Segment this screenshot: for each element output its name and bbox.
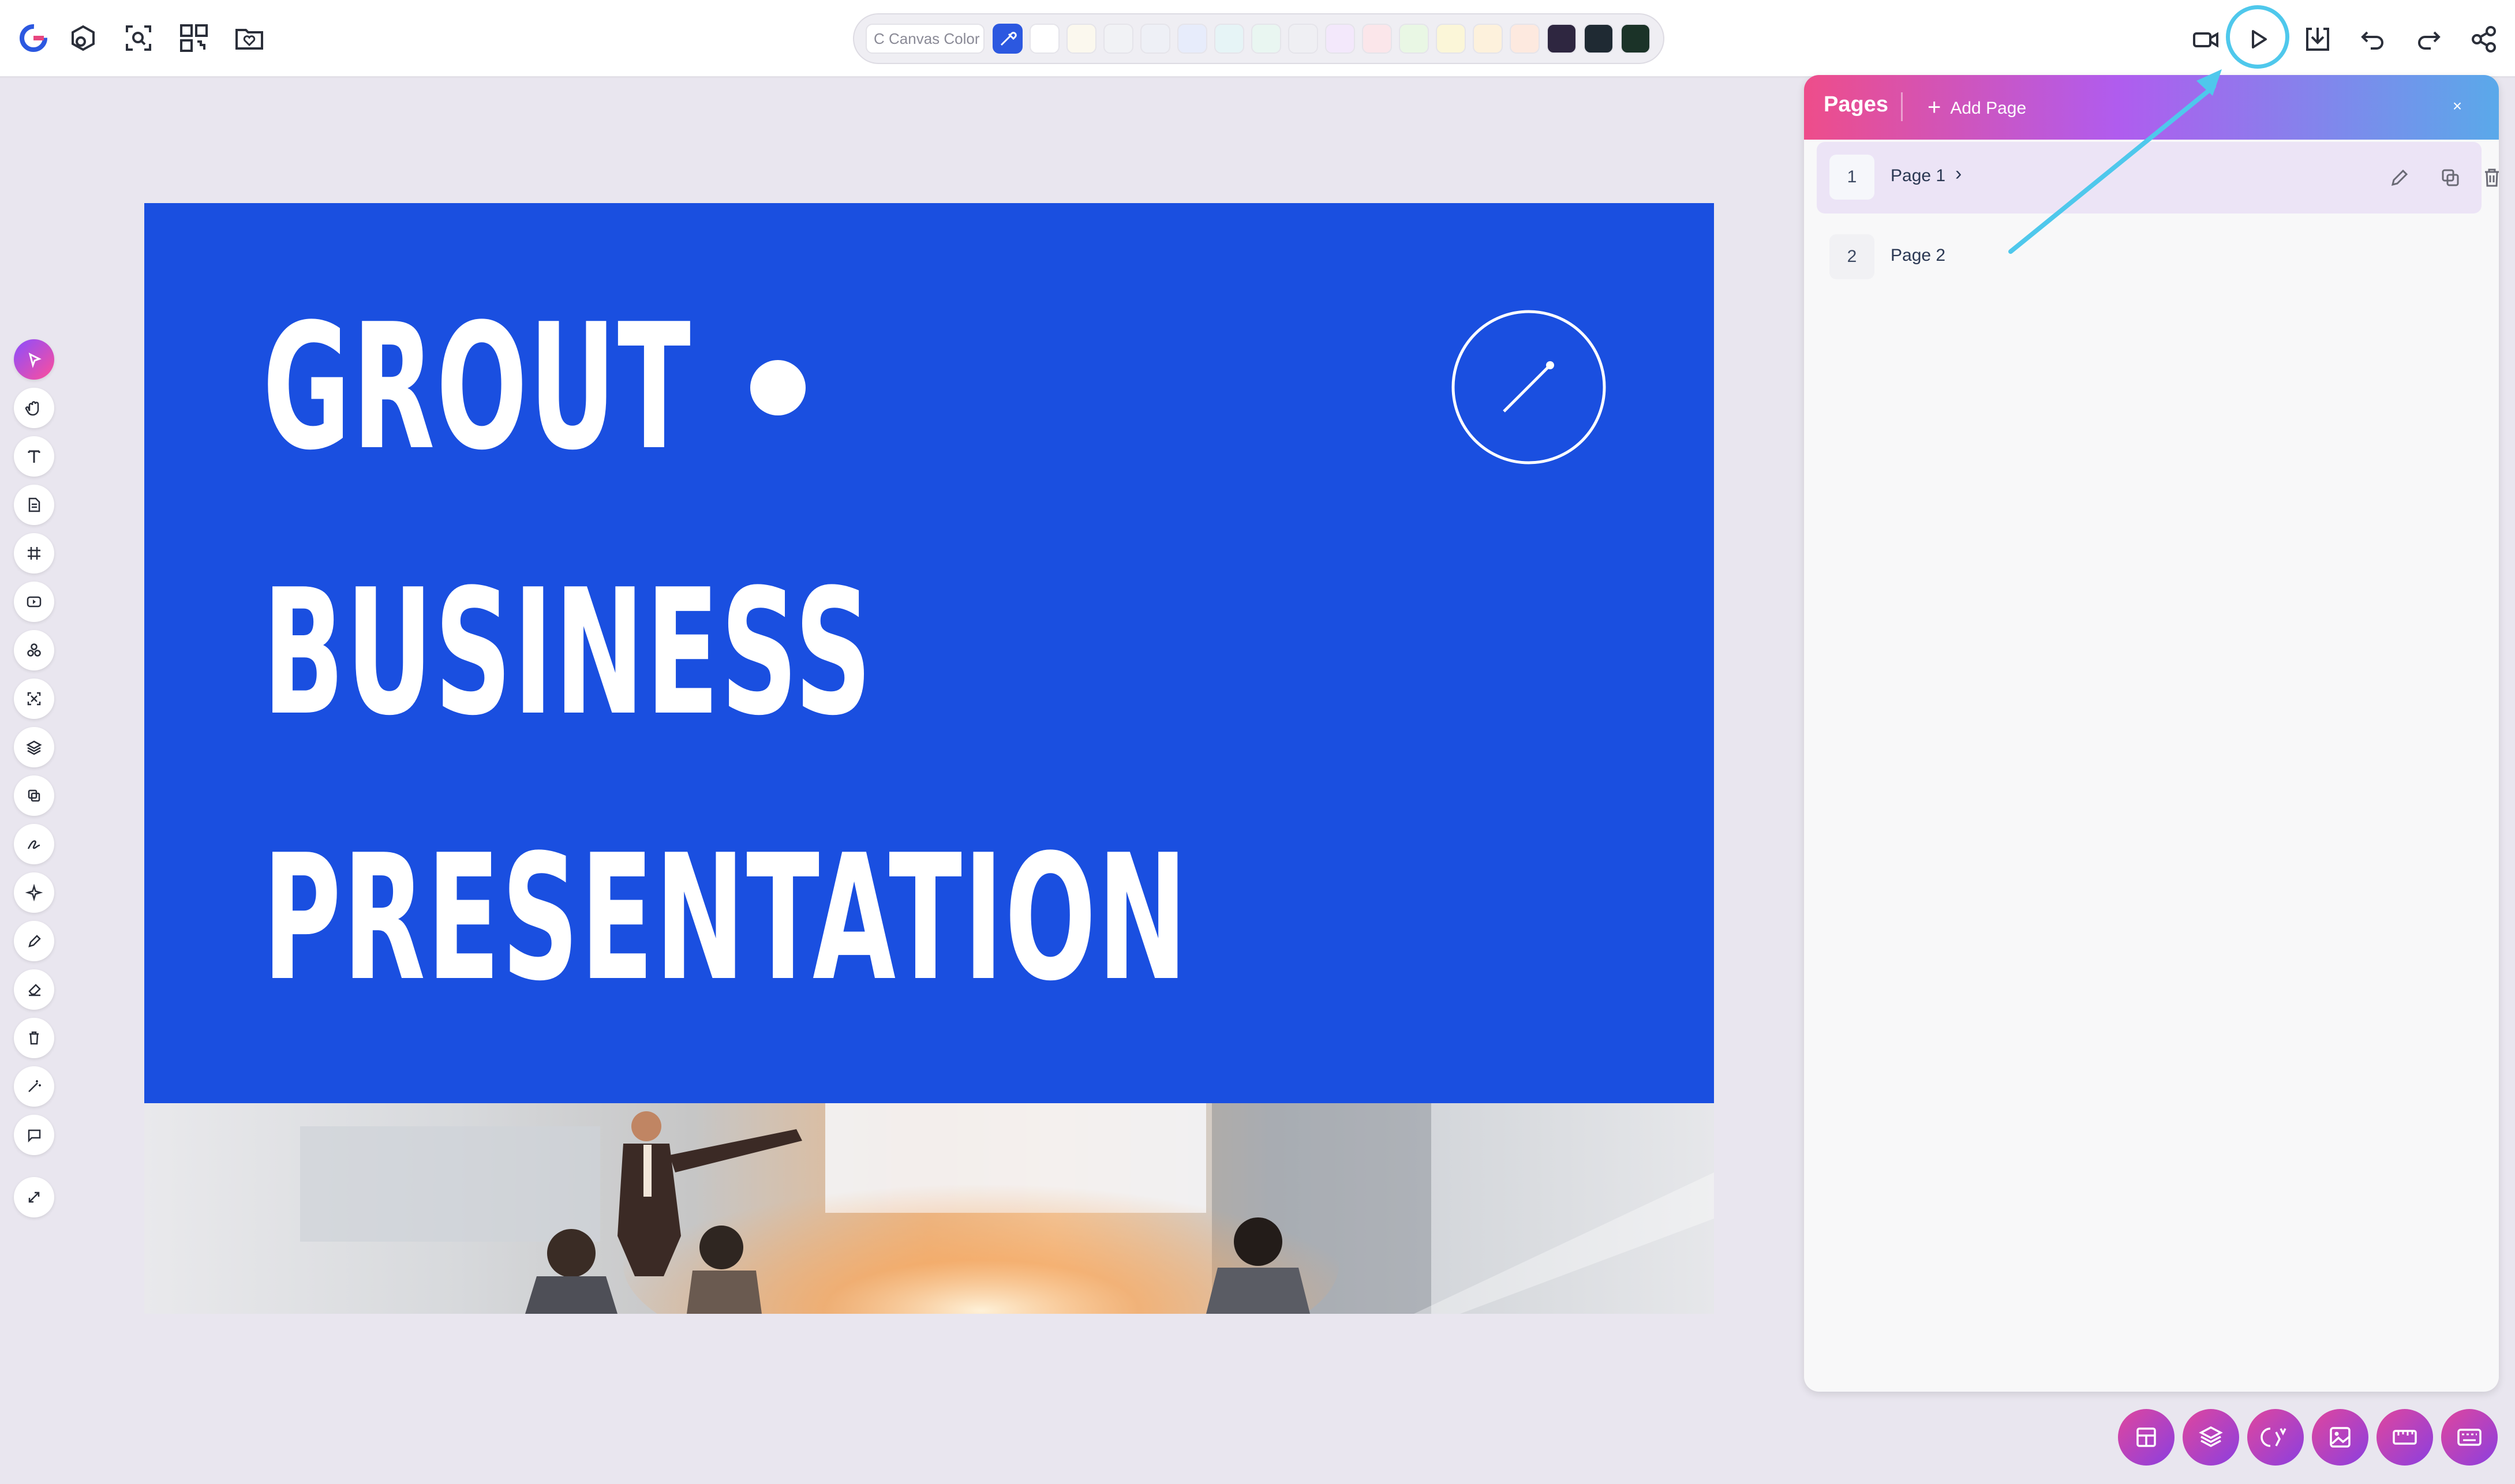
top-bar: C Canvas Color <box>0 0 2515 78</box>
keyboard-icon[interactable] <box>2441 1409 2498 1466</box>
document-tool-icon[interactable] <box>14 485 54 525</box>
ai-sparkle-tool-icon[interactable] <box>14 872 54 913</box>
video-tool-icon[interactable] <box>14 582 54 622</box>
slide-title-line-1[interactable]: GROUT <box>263 301 692 474</box>
hand-tool-icon[interactable] <box>14 388 54 428</box>
magic-wand-tool-icon[interactable] <box>14 1066 54 1107</box>
slide-title-line-2[interactable]: BUSINESS <box>263 567 873 740</box>
layers-icon[interactable] <box>2183 1409 2239 1466</box>
page-row-2[interactable]: 2 Page 2 <box>1817 222 2482 293</box>
app-logo-icon[interactable] <box>16 21 51 55</box>
layers-tool-icon[interactable] <box>14 727 54 767</box>
redo-icon[interactable] <box>2410 21 2447 58</box>
color-swatch[interactable] <box>1030 24 1060 54</box>
color-swatch[interactable] <box>1547 24 1577 54</box>
color-swatch[interactable] <box>1362 24 1392 54</box>
templates-icon[interactable] <box>66 21 100 55</box>
slide-circle-decoration <box>1451 309 1607 465</box>
close-icon[interactable]: × <box>2446 95 2469 118</box>
color-picker-button[interactable] <box>993 24 1023 54</box>
color-swatch[interactable] <box>1436 24 1466 54</box>
color-swatch[interactable] <box>1620 24 1651 54</box>
color-swatch[interactable] <box>1473 24 1503 54</box>
color-swatch[interactable] <box>1288 24 1318 54</box>
color-swatch[interactable] <box>1214 24 1244 54</box>
page-label: Page 1 <box>1891 166 1946 185</box>
color-swatch[interactable] <box>1177 24 1207 54</box>
select-tool-icon[interactable] <box>14 339 54 380</box>
slide-canvas[interactable]: GROUT BUSINESS PRESENTATION <box>144 203 1714 1314</box>
slide-title-line-3[interactable]: PRESENTATION <box>263 832 1189 1005</box>
page-label: Page 2 <box>1891 246 1946 265</box>
play-presentation-button[interactable] <box>2239 21 2276 58</box>
pages-panel: Pages + Add Page × 1 Page 1 › 2 Page 2 <box>1804 75 2499 1392</box>
eraser-tool-icon[interactable] <box>14 969 54 1010</box>
pages-panel-title: Pages <box>1824 92 1888 117</box>
share-icon[interactable] <box>2465 21 2502 58</box>
duplicate-tool-icon[interactable] <box>14 775 54 816</box>
duplicate-page-icon[interactable] <box>2433 160 2468 195</box>
chevron-right-icon[interactable]: › <box>1955 163 1962 185</box>
page-row-1[interactable]: 1 Page 1 › <box>1817 142 2499 213</box>
video-camera-icon[interactable] <box>2187 21 2224 58</box>
image-icon[interactable] <box>2312 1409 2368 1466</box>
shapes-tool-icon[interactable] <box>14 630 54 670</box>
edit-page-icon[interactable] <box>2382 160 2417 195</box>
download-icon[interactable] <box>2299 21 2336 58</box>
pages-panel-header: Pages + Add Page × <box>1804 75 2499 140</box>
page-number: 2 <box>1829 234 1874 279</box>
comment-tool-icon[interactable] <box>14 1115 54 1155</box>
expand-icon[interactable] <box>14 1177 54 1217</box>
layout-icon[interactable] <box>2118 1409 2175 1466</box>
page-number: 1 <box>1829 155 1874 200</box>
color-swatch[interactable] <box>1251 24 1281 54</box>
color-swatch[interactable] <box>1103 24 1133 54</box>
scan-tool-icon[interactable] <box>14 679 54 719</box>
color-swatch[interactable] <box>1510 24 1540 54</box>
delete-page-icon[interactable] <box>2475 160 2499 195</box>
text-tool-icon[interactable] <box>14 436 54 477</box>
slide-title-area: GROUT BUSINESS PRESENTATION <box>144 203 1714 1103</box>
pen-tool-icon[interactable] <box>14 921 54 961</box>
signature-tool-icon[interactable] <box>14 824 54 864</box>
add-page-label: Add Page <box>1950 99 2027 118</box>
trash-tool-icon[interactable] <box>14 1018 54 1058</box>
slide-dot-decoration <box>750 360 806 415</box>
add-page-button[interactable]: + Add Page <box>1928 91 2026 123</box>
qr-code-icon[interactable] <box>177 21 211 55</box>
focus-search-icon[interactable] <box>121 21 156 55</box>
color-swatch[interactable] <box>1399 24 1429 54</box>
folder-heart-icon[interactable] <box>232 21 267 55</box>
ruler-icon[interactable] <box>2376 1409 2433 1466</box>
header-divider <box>1901 92 1903 121</box>
business-meeting-photo[interactable] <box>144 1103 1714 1314</box>
color-swatch[interactable] <box>1140 24 1170 54</box>
color-swatch[interactable] <box>1066 24 1096 54</box>
plus-icon: + <box>1928 95 1941 120</box>
color-swatch[interactable] <box>1584 24 1614 54</box>
color-swatch[interactable] <box>1325 24 1355 54</box>
canvas-color-palette: C Canvas Color <box>853 13 1664 64</box>
frame-tool-icon[interactable] <box>14 533 54 574</box>
ai-assistant-icon[interactable] <box>2247 1409 2304 1466</box>
undo-icon[interactable] <box>2355 21 2392 58</box>
canvas-color-label[interactable]: C Canvas Color <box>866 24 985 54</box>
